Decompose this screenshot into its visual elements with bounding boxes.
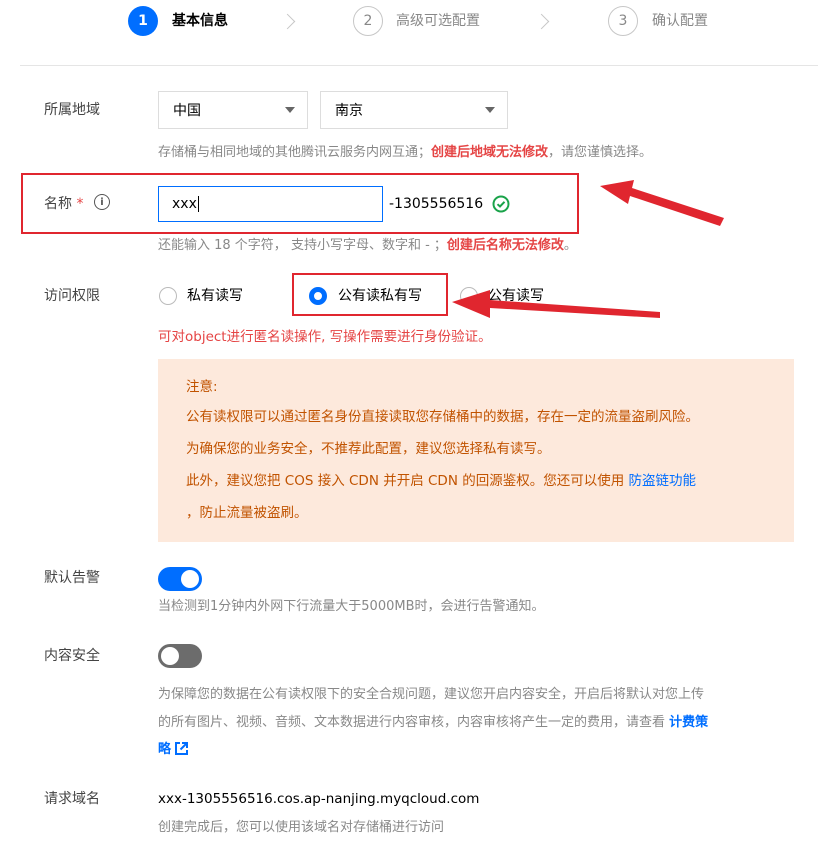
required-marker: * bbox=[76, 196, 84, 212]
access-label: 访问权限 bbox=[44, 288, 100, 304]
bucket-name-input[interactable]: xxx bbox=[158, 186, 383, 222]
info-icon[interactable]: i bbox=[94, 194, 110, 210]
billing-policy-link-cont[interactable]: 略 bbox=[158, 742, 171, 757]
content-security-toggle[interactable] bbox=[158, 644, 202, 668]
notice-line-4: ，防止流量被盗刷。 bbox=[186, 505, 308, 521]
city-select-value: 南京 bbox=[335, 103, 363, 119]
notice-line-1: 公有读权限可以通过匿名身份直接读取您存储桶中的数据，存在一定的流量盗刷风险。 bbox=[186, 409, 699, 425]
region-hint-warning: 创建后地域无法修改 bbox=[431, 145, 549, 160]
text-cursor bbox=[197, 196, 199, 212]
country-select[interactable]: 中国 bbox=[158, 91, 308, 129]
step-2-circle: 2 bbox=[353, 6, 383, 36]
step-1-circle: 1 bbox=[128, 6, 158, 36]
country-select-value: 中国 bbox=[173, 103, 201, 119]
domain-label: 请求域名 bbox=[44, 791, 100, 807]
content-security-hint-2: 的所有图片、视频、音频、文本数据进行内容审核，内容审核将产生一定的费用，请查看 … bbox=[158, 713, 708, 733]
access-desc: 可对object进行匿名读操作, 写操作需要进行身份验证。 bbox=[158, 329, 492, 345]
anti-leech-link[interactable]: 防盗链功能 bbox=[629, 473, 697, 489]
step-1-label: 基本信息 bbox=[172, 13, 228, 29]
name-hint-text: 还能输入 18 个字符， 支持小写字母、数字和 - ； bbox=[158, 238, 447, 253]
content-security-hint-2-text: 的所有图片、视频、音频、文本数据进行内容审核，内容审核将产生一定的费用，请查看 bbox=[158, 715, 670, 730]
caret-down-icon bbox=[485, 107, 495, 113]
check-circle-icon bbox=[492, 195, 510, 213]
caret-down-icon bbox=[285, 107, 295, 113]
domain-hint: 创建完成后，您可以使用该域名对存储桶进行访问 bbox=[158, 820, 445, 835]
radio-private[interactable] bbox=[159, 287, 177, 305]
radio-public-read[interactable] bbox=[309, 287, 327, 305]
notice-line-3-text: 此外，建议您把 COS 接入 CDN 并开启 CDN 的回源鉴权。您还可以使用 bbox=[186, 473, 629, 489]
chevron-right-icon bbox=[279, 13, 296, 30]
appid-suffix: -1305556516 bbox=[389, 196, 484, 212]
radio-private-label: 私有读写 bbox=[187, 288, 243, 304]
header-divider bbox=[20, 65, 818, 66]
step-3-label: 确认配置 bbox=[652, 13, 708, 29]
annotation-arrow-icon bbox=[600, 180, 724, 226]
notice-line-3: 此外，建议您把 COS 接入 CDN 并开启 CDN 的回源鉴权。您还可以使用 … bbox=[186, 471, 696, 491]
bucket-name-value: xxx bbox=[172, 196, 197, 212]
notice-title: 注意: bbox=[186, 379, 218, 395]
external-link-icon[interactable] bbox=[175, 742, 189, 762]
content-security-label: 内容安全 bbox=[44, 648, 100, 664]
name-hint-tail: 。 bbox=[563, 238, 577, 253]
step-2-label: 高级可选配置 bbox=[396, 13, 480, 29]
step-number: 1 bbox=[138, 13, 148, 29]
notice-box: 注意: 公有读权限可以通过匿名身份直接读取您存储桶中的数据，存在一定的流量盗刷风… bbox=[158, 359, 794, 542]
toggle-knob bbox=[181, 570, 199, 588]
notice-line-2: 为确保您的业务安全，不推荐此配置，建议您选择私有读写。 bbox=[186, 441, 551, 457]
content-security-hint-1: 为保障您的数据在公有读权限下的安全合规问题，建议您开启内容安全，开启后将默认对您… bbox=[158, 687, 705, 702]
region-hint-text: 存储桶与相同地域的其他腾讯云服务内网互通； bbox=[158, 145, 432, 160]
region-label: 所属地域 bbox=[44, 102, 100, 118]
step-number: 2 bbox=[363, 13, 373, 29]
name-hint-warning: 创建后名称无法修改 bbox=[446, 238, 564, 253]
domain-value: xxx-1305556516.cos.ap-nanjing.myqcloud.c… bbox=[158, 791, 480, 807]
alarm-toggle[interactable] bbox=[158, 567, 202, 591]
alarm-hint: 当检测到1分钟内外网下行流量大于5000MB时，会进行告警通知。 bbox=[158, 599, 545, 614]
city-select[interactable]: 南京 bbox=[320, 91, 508, 129]
billing-policy-link[interactable]: 计费策 bbox=[669, 715, 708, 730]
radio-public-read-label: 公有读私有写 bbox=[338, 288, 422, 304]
step-number: 3 bbox=[618, 13, 628, 29]
name-hint: 还能输入 18 个字符， 支持小写字母、数字和 - ；创建后名称无法修改。 bbox=[158, 236, 577, 256]
annotation-arrow-icon bbox=[452, 290, 660, 318]
step-3-circle: 3 bbox=[608, 6, 638, 36]
name-label-text: 名称 bbox=[44, 196, 72, 212]
toggle-knob bbox=[161, 647, 179, 665]
region-hint: 存储桶与相同地域的其他腾讯云服务内网互通；创建后地域无法修改，请您谨慎选择。 bbox=[158, 143, 652, 163]
content-security-hint-3: 略 bbox=[158, 740, 189, 762]
chevron-right-icon bbox=[533, 13, 550, 30]
region-hint-tail: ，请您谨慎选择。 bbox=[548, 145, 653, 160]
alarm-label: 默认告警 bbox=[44, 570, 100, 586]
name-label: 名称 * bbox=[44, 194, 83, 214]
